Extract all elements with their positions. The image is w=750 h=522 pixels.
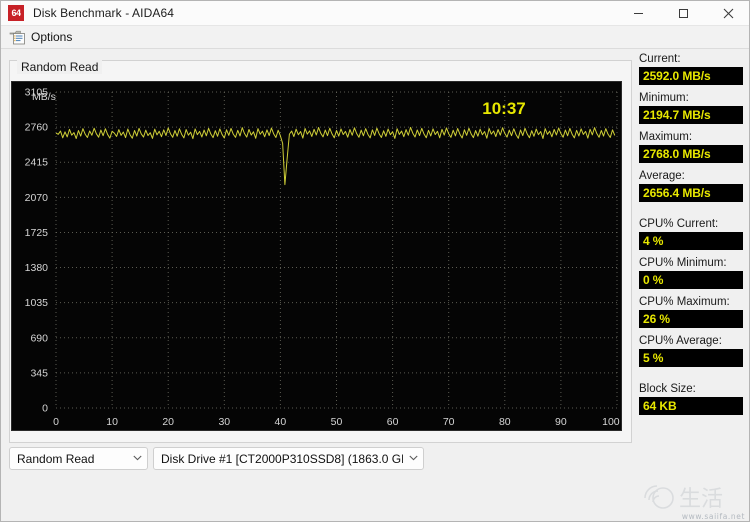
stat-maximum: Maximum: 2768.0 MB/s: [639, 131, 747, 163]
svg-text:生活: 生活: [679, 487, 723, 512]
stat-average-value: 2656.4 MB/s: [639, 184, 743, 202]
title-bar: 64 Disk Benchmark - AIDA64: [1, 1, 749, 26]
toolbar: Options: [1, 26, 749, 49]
chart-y-tick-2: 2415: [25, 157, 49, 169]
chart-x-tick-0: 0: [53, 416, 59, 428]
stat-block-size: Block Size: 64 KB: [639, 383, 747, 415]
aida64-disk-benchmark-window: 64 Disk Benchmark - AIDA64 Options Rando…: [0, 0, 750, 522]
chart-y-tick-5: 1380: [25, 262, 49, 274]
statistics-panel: Current: 2592.0 MB/s Minimum: 2194.7 MB/s Ma…: [639, 53, 747, 422]
minimize-icon[interactable]: [616, 1, 661, 26]
content-area: Random Read 3105 2760 2415 2070 1725 1380 1035…: [1, 49, 749, 521]
stat-cpu-current-label: CPU% Current:: [639, 218, 719, 230]
stat-cpu-average: CPU% Average: 5 %: [639, 335, 747, 367]
chart-x-tick-8: 80: [499, 416, 511, 428]
stat-maximum-label: Maximum:: [639, 131, 693, 143]
stat-cpu-minimum: CPU% Minimum: 0 %: [639, 257, 747, 289]
stat-block-size-label: Block Size:: [639, 383, 696, 395]
chart-x-tick-5: 50: [331, 416, 343, 428]
chart-y-tick-4: 1725: [25, 227, 49, 239]
chevron-down-icon: [127, 454, 147, 464]
stat-cpu-minimum-label: CPU% Minimum:: [639, 257, 727, 269]
benchmark-mode-dropdown[interactable]: Random Read: [9, 447, 148, 470]
options-properties-icon: [9, 29, 26, 45]
chart-y-tick-3: 2070: [25, 192, 49, 204]
stat-cpu-current: CPU% Current: 4 %: [639, 218, 747, 250]
chart-data-trace: [55, 126, 616, 186]
stat-block-size-value: 64 KB: [639, 397, 743, 415]
stat-average-label: Average:: [639, 170, 685, 182]
chart-x-tick-3: 30: [218, 416, 230, 428]
stat-cpu-maximum: CPU% Maximum: 26 %: [639, 296, 747, 328]
aida64-app-icon: 64: [8, 5, 24, 21]
benchmark-elapsed-timer: 10:37: [482, 99, 525, 118]
chart-y-tick-9: 0: [42, 403, 48, 415]
chart-group-title: Random Read: [17, 60, 103, 74]
chevron-down-icon: [403, 454, 423, 464]
chart-x-tick-9: 90: [555, 416, 567, 428]
watermark-url: www.saiifa.net: [681, 512, 745, 521]
benchmark-mode-value: Random Read: [17, 451, 95, 466]
stat-current-label: Current:: [639, 53, 681, 65]
chart-x-axis-labels: 0 10 20 30 40 50 60 70 80 90 100 %: [53, 416, 622, 428]
chart-x-tick-1: 10: [106, 416, 118, 428]
chart-y-axis-unit: MB/s: [32, 91, 56, 103]
chart-y-tick-8: 345: [30, 367, 48, 379]
stat-minimum-value: 2194.7 MB/s: [639, 106, 743, 124]
chart-y-tick-1: 2760: [25, 122, 49, 134]
maximize-icon[interactable]: [661, 1, 706, 26]
chart-y-tick-7: 690: [30, 332, 48, 344]
stat-average: Average: 2656.4 MB/s: [639, 170, 747, 202]
window-controls: [616, 1, 749, 26]
stat-maximum-value: 2768.0 MB/s: [639, 145, 743, 163]
stat-current-value: 2592.0 MB/s: [639, 67, 743, 85]
chart-x-tick-4: 40: [275, 416, 287, 428]
disk-drive-dropdown[interactable]: Disk Drive #1 [CT2000P310SSD8] (1863.0 G…: [153, 447, 424, 470]
close-icon[interactable]: [706, 1, 749, 26]
chart-y-tick-6: 1035: [25, 297, 49, 309]
options-button[interactable]: Options: [4, 27, 79, 48]
chart-x-tick-7: 70: [443, 416, 455, 428]
stat-cpu-average-label: CPU% Average:: [639, 335, 722, 347]
window-title: Disk Benchmark - AIDA64: [33, 6, 175, 20]
stat-cpu-current-value: 4 %: [639, 232, 743, 250]
options-label: Options: [31, 30, 73, 44]
benchmark-chart: 3105 2760 2415 2070 1725 1380 1035 690 345 0 0 10 2…: [11, 81, 622, 431]
chart-gridlines: [55, 91, 618, 409]
disk-drive-value: Disk Drive #1 [CT2000P310SSD8] (1863.0 G…: [161, 451, 403, 466]
stat-cpu-minimum-value: 0 %: [639, 271, 743, 289]
stat-cpu-maximum-value: 26 %: [639, 310, 743, 328]
stat-minimum-label: Minimum:: [639, 92, 689, 104]
chart-plot-svg: 31052760241520701725138010356903450 0 10 2…: [25, 87, 622, 429]
stat-cpu-maximum-label: CPU% Maximum:: [639, 296, 730, 308]
chart-x-tick-2: 20: [162, 416, 174, 428]
chart-x-tick-10: 100 %: [602, 416, 622, 428]
chart-x-tick-6: 60: [387, 416, 399, 428]
stat-cpu-average-value: 5 %: [639, 349, 743, 367]
stat-minimum: Minimum: 2194.7 MB/s: [639, 92, 747, 124]
stat-current: Current: 2592.0 MB/s: [639, 53, 747, 85]
chart-y-axis-labels: 31052760241520701725138010356903450: [25, 87, 49, 415]
